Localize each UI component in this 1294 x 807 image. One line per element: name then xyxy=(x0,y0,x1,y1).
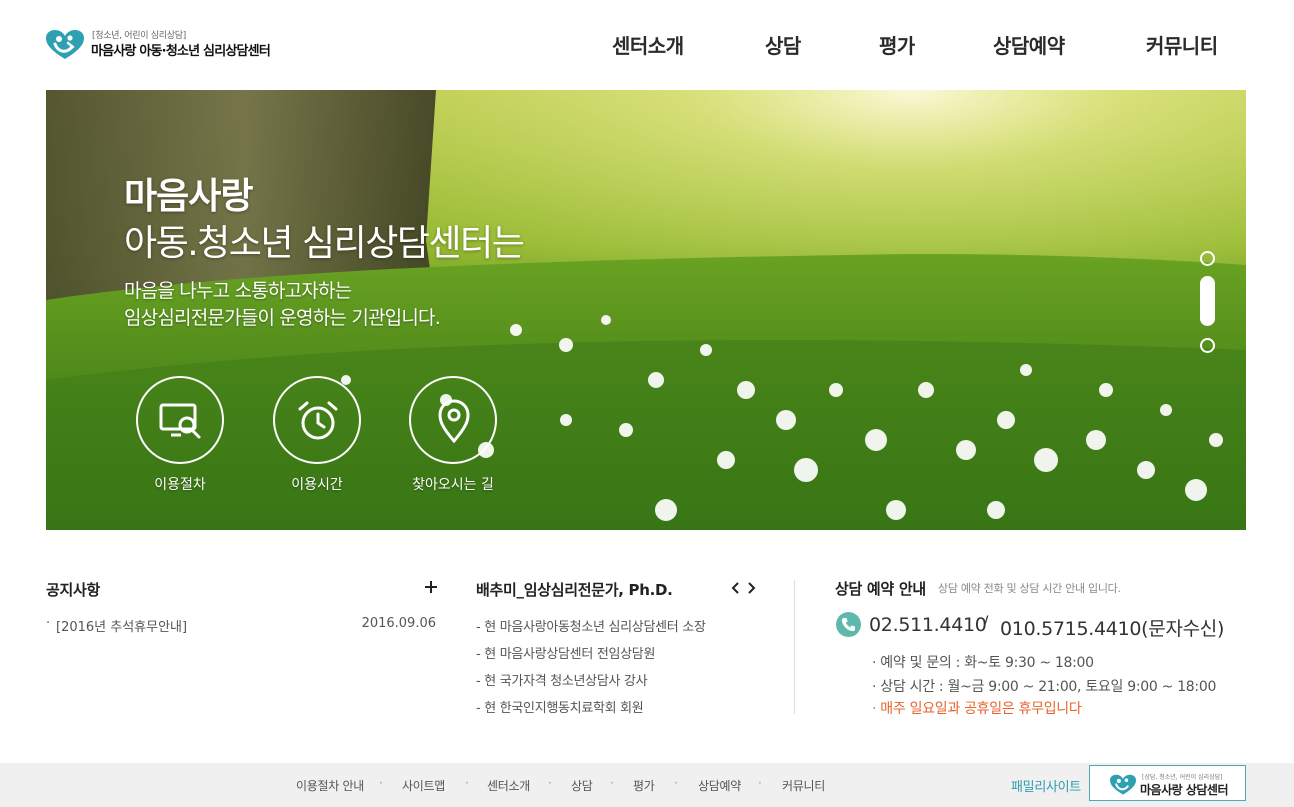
footer-separator: · xyxy=(674,776,678,790)
chevron-left-icon xyxy=(731,582,739,594)
profile-item: - 현 한국인지행동치료학회 회원 xyxy=(476,701,644,716)
slide-pager-dot-3[interactable] xyxy=(1200,338,1215,353)
footer-separator: · xyxy=(610,776,614,790)
nav-item-counseling[interactable]: 상담 xyxy=(765,30,801,59)
main-visual-banner: 마음사랑 아동.청소년 심리상담센터는 마음을 나누고 소통하고자하는 임상심리… xyxy=(46,90,1246,530)
footer-separator: · xyxy=(758,776,762,790)
family-logo-heart-icon xyxy=(1110,774,1136,795)
closed-notice: · 매주 일요일과 공휴일은 휴무입니다 xyxy=(872,701,1082,717)
phone-icon xyxy=(836,612,861,637)
handset-icon xyxy=(841,617,856,632)
notice-item-date: 2016.09.06 xyxy=(361,616,436,631)
section-divider xyxy=(794,580,795,714)
profile-next-button[interactable] xyxy=(746,582,756,594)
footer-link-center[interactable]: 센터소개 xyxy=(487,777,530,794)
notice-title: 공지사항 xyxy=(46,581,101,599)
quick-link-label: 찾아오시는 길 xyxy=(412,477,494,493)
quick-link-procedure[interactable]: 이용절차 xyxy=(135,376,225,496)
banner-title-line2: 아동.청소년 심리상담센터는 xyxy=(124,223,525,264)
notice-more-button[interactable] xyxy=(424,580,438,594)
footer-link-reservation[interactable]: 상담예약 xyxy=(698,777,741,794)
family-site-label[interactable]: 패밀리사이트 xyxy=(1011,776,1081,795)
family-site-name: 마음사랑 상담센터 xyxy=(1140,783,1229,797)
reservation-title: 상담 예약 안내 xyxy=(835,580,926,598)
quick-link-label: 이용시간 xyxy=(291,477,343,493)
bullet: · xyxy=(46,616,51,631)
notice-item-title: [2016년 추석휴무안내] xyxy=(56,620,188,635)
footer-separator: · xyxy=(465,776,469,790)
alarm-clock-icon xyxy=(298,401,338,440)
quick-link-circle xyxy=(136,376,224,464)
footer-link-assessment[interactable]: 평가 xyxy=(633,777,655,794)
site-footer: 이용절차 안내 · 사이트맵 · 센터소개 · 상담 · 평가 · 상담예약 ·… xyxy=(0,763,1294,807)
profile-prev-button[interactable] xyxy=(731,582,741,594)
banner-title-line1: 마음사랑 xyxy=(124,176,253,217)
footer-link-procedure[interactable]: 이용절차 안내 xyxy=(296,777,364,794)
phone-number-landline: 02.511.4410 xyxy=(869,614,987,636)
slide-pager-dot-1[interactable] xyxy=(1200,251,1215,266)
footer-separator: · xyxy=(379,776,383,790)
slide-pager-active[interactable] xyxy=(1200,276,1215,326)
profile-item: - 현 마음사랑아동청소년 심리상담센터 소장 xyxy=(476,620,706,635)
nav-item-center[interactable]: 센터소개 xyxy=(612,30,684,59)
quick-link-circle xyxy=(409,376,497,464)
map-pin-icon xyxy=(438,399,470,443)
quick-link-label: 이용절차 xyxy=(154,477,206,493)
quick-link-hours[interactable]: 이용시간 xyxy=(272,376,362,496)
family-site-banner[interactable]: [상담, 청소년, 어린이 심리상담] 마음사랑 상담센터 xyxy=(1089,765,1246,801)
screen-search-icon xyxy=(159,403,201,439)
reservation-subtitle: 상담 예약 전화 및 상담 시간 안내 입니다. xyxy=(938,582,1121,595)
profile-item: - 현 국가자격 청소년상담사 강사 xyxy=(476,674,648,689)
footer-separator: · xyxy=(548,776,552,790)
family-site-subtitle: [상담, 청소년, 어린이 심리상담] xyxy=(1142,774,1223,781)
footer-link-counseling[interactable]: 상담 xyxy=(571,777,593,794)
site-header: [청소년, 어린이 심리상담] 마음사랑 아동·청소년 심리상담센터 센터소개 … xyxy=(0,0,1294,90)
nav-item-community[interactable]: 커뮤니티 xyxy=(1146,30,1218,59)
chevron-right-icon xyxy=(748,582,756,594)
counseling-hours: · 상담 시간 : 월~금 9:00 ~ 21:00, 토요일 9:00 ~ 1… xyxy=(872,679,1217,695)
footer-link-sitemap[interactable]: 사이트맵 xyxy=(402,777,445,794)
profile-title: 배추미_임상심리전문가, Ph.D. xyxy=(476,581,673,599)
phone-number-mobile: 010.5715.4410(문자수신) xyxy=(1000,618,1225,640)
banner-desc-line1: 마음을 나누고 소통하고자하는 xyxy=(124,280,352,302)
phone-separator: / xyxy=(983,612,989,631)
reservation-hours: · 예약 및 문의 : 화~토 9:30 ~ 18:00 xyxy=(872,655,1094,671)
footer-link-community[interactable]: 커뮤니티 xyxy=(782,777,825,794)
quick-link-circle xyxy=(273,376,361,464)
banner-desc-line2: 임상심리전문가들이 운영하는 기관입니다. xyxy=(124,307,441,329)
quick-link-directions[interactable]: 찾아오시는 길 xyxy=(408,376,498,496)
notice-list-item[interactable]: · [2016년 추석휴무안내] 2016.09.06 xyxy=(46,616,438,635)
main-nav: 센터소개 상담 평가 상담예약 커뮤니티 xyxy=(0,30,1294,60)
nav-item-reservation[interactable]: 상담예약 xyxy=(993,30,1065,59)
profile-item: - 현 마음사랑상담센터 전임상담원 xyxy=(476,647,656,662)
nav-item-assessment[interactable]: 평가 xyxy=(879,30,915,59)
